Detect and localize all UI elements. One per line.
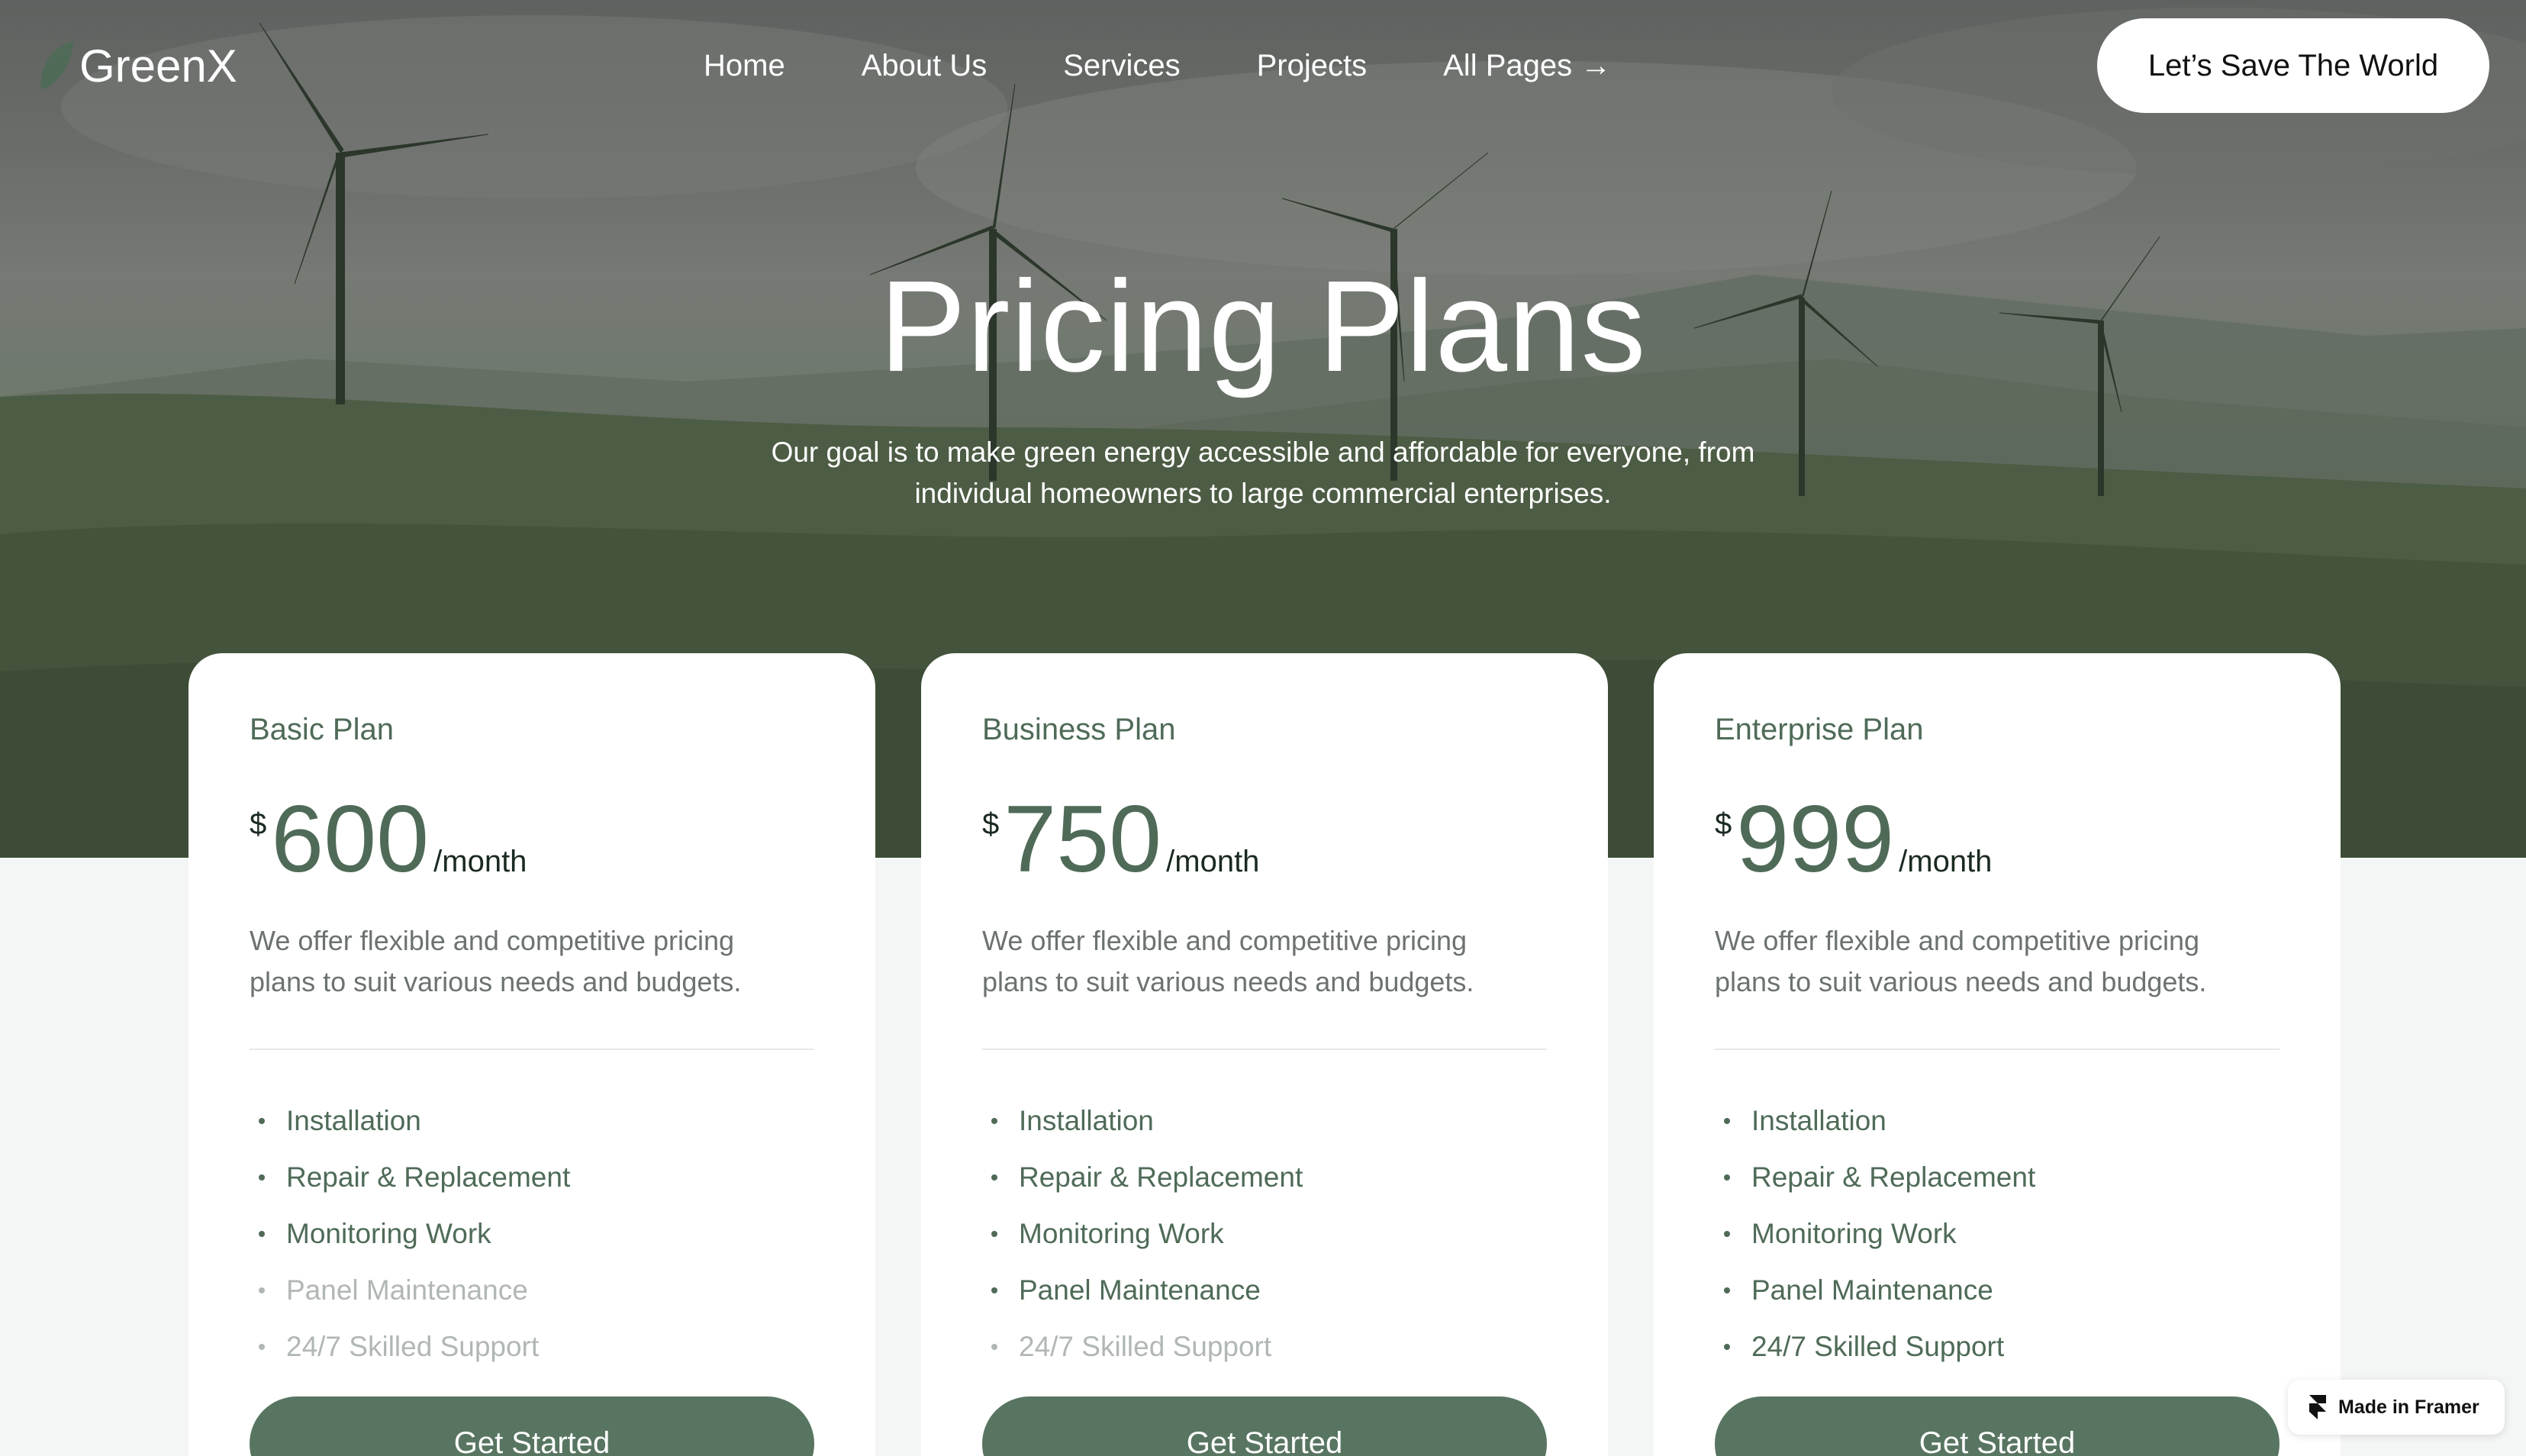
plan-description-line: We offer flexible and competitive pricin… [982,925,1467,956]
feature-item: Installation [982,1093,1548,1149]
feature-item: Monitoring Work [1715,1206,2281,1262]
made-in-framer-badge[interactable]: Made in Framer [2288,1380,2505,1435]
bullet-icon [991,1174,997,1181]
feature-item: Repair & Replacement [250,1149,816,1206]
bullet-icon [259,1287,265,1293]
bullet-icon [259,1174,265,1181]
feature-label: 24/7 Skilled Support [1751,1331,2005,1362]
save-the-world-button[interactable]: Let’s Save The World [2097,18,2489,113]
pricing-card-basic: Basic Plan $ 600 /month We offer flexibl… [188,653,875,1456]
divider [1715,1049,2280,1050]
feature-label: Monitoring Work [1751,1218,1957,1249]
price-period: /month [1899,845,1993,878]
leaf-icon [40,41,73,90]
price-amount: 600 [271,787,430,892]
feature-item-excluded: Panel Maintenance [250,1262,816,1319]
feature-item: Repair & Replacement [982,1149,1548,1206]
feature-item: Monitoring Work [250,1206,816,1262]
plan-description-line: We offer flexible and competitive pricin… [1715,925,2199,956]
pricing-card-business: Business Plan $ 750 /month We offer flex… [921,653,1608,1456]
feature-label: Panel Maintenance [1751,1274,1993,1306]
feature-item: Installation [250,1093,816,1149]
feature-list: Installation Repair & Replacement Monito… [982,1093,1548,1375]
plan-description-line: plans to suit various needs and budgets. [1715,966,2207,997]
price-amount: 999 [1736,787,1895,892]
bullet-icon [991,1287,997,1293]
hero-subtitle-line: individual homeowners to large commercia… [914,478,1612,509]
feature-label: Monitoring Work [1019,1218,1224,1249]
bullet-icon [991,1118,997,1124]
price: $ 600 /month [250,787,816,892]
logo-text: GreenX [79,40,237,92]
feature-label: Panel Maintenance [1019,1274,1261,1306]
hero-subtitle: Our goal is to make green energy accessi… [748,432,1778,514]
currency-symbol: $ [250,807,267,841]
feature-label: Installation [1751,1105,1886,1136]
feature-label: Repair & Replacement [1019,1161,1303,1193]
plan-name: Enterprise Plan [1715,713,1924,746]
plan-description: We offer flexible and competitive pricin… [1715,920,2249,1003]
plan-description-line: plans to suit various needs and budgets. [982,966,1474,997]
currency-symbol: $ [982,807,1000,841]
price-period: /month [1166,845,1260,878]
plan-description-line: plans to suit various needs and budgets. [250,966,742,997]
logo[interactable]: GreenX [37,35,237,96]
feature-list: Installation Repair & Replacement Monito… [250,1093,816,1375]
pricing-card-enterprise: Enterprise Plan $ 999 /month We offer fl… [1654,653,2341,1456]
divider [982,1049,1547,1050]
price-amount: 750 [1004,787,1162,892]
feature-item: Repair & Replacement [1715,1149,2281,1206]
get-started-button[interactable]: Get Started [982,1396,1547,1456]
feature-label: Repair & Replacement [286,1161,571,1193]
nav-projects[interactable]: Projects [1219,49,1406,83]
feature-label: Installation [286,1105,421,1136]
bullet-icon [1724,1231,1730,1237]
bullet-icon [259,1231,265,1237]
feature-item-excluded: 24/7 Skilled Support [250,1319,816,1375]
feature-label: 24/7 Skilled Support [286,1331,540,1362]
divider [250,1049,814,1050]
feature-label: 24/7 Skilled Support [1019,1331,1272,1362]
plan-description: We offer flexible and competitive pricin… [250,920,784,1003]
bullet-icon [991,1231,997,1237]
bullet-icon [259,1118,265,1124]
feature-label: Repair & Replacement [1751,1161,2036,1193]
feature-item: Panel Maintenance [982,1262,1548,1319]
plan-description-line: We offer flexible and competitive pricin… [250,925,734,956]
bullet-icon [1724,1118,1730,1124]
price-period: /month [433,845,527,878]
plan-description: We offer flexible and competitive pricin… [982,920,1516,1003]
badge-label: Made in Framer [2338,1396,2479,1418]
feature-label: Installation [1019,1105,1154,1136]
feature-label: Monitoring Work [286,1218,491,1249]
price: $ 750 /month [982,787,1548,892]
page-title: Pricing Plans [879,254,1647,399]
feature-list: Installation Repair & Replacement Monito… [1715,1093,2281,1375]
nav-about-us[interactable]: About Us [823,49,1026,83]
bullet-icon [259,1344,265,1350]
currency-symbol: $ [1715,807,1732,841]
plan-name: Basic Plan [250,713,394,746]
feature-item: 24/7 Skilled Support [1715,1319,2281,1375]
framer-icon [2309,1395,2326,1419]
plan-name: Business Plan [982,713,1176,746]
feature-item: Installation [1715,1093,2281,1149]
bullet-icon [1724,1344,1730,1350]
price: $ 999 /month [1715,787,2281,892]
feature-item: Monitoring Work [982,1206,1548,1262]
nav-all-pages[interactable]: All Pages → [1405,49,1649,83]
get-started-button[interactable]: Get Started [250,1396,814,1456]
hero-subtitle-line: Our goal is to make green energy accessi… [771,436,1755,468]
bullet-icon [1724,1174,1730,1181]
bullet-icon [1724,1287,1730,1293]
nav-home[interactable]: Home [687,49,823,83]
feature-item-excluded: 24/7 Skilled Support [982,1319,1548,1375]
main-nav: Home About Us Services Projects All Page… [687,41,1649,90]
get-started-button[interactable]: Get Started [1715,1396,2280,1456]
bullet-icon [991,1344,997,1350]
feature-item: Panel Maintenance [1715,1262,2281,1319]
nav-services[interactable]: Services [1025,49,1218,83]
feature-label: Panel Maintenance [286,1274,528,1306]
